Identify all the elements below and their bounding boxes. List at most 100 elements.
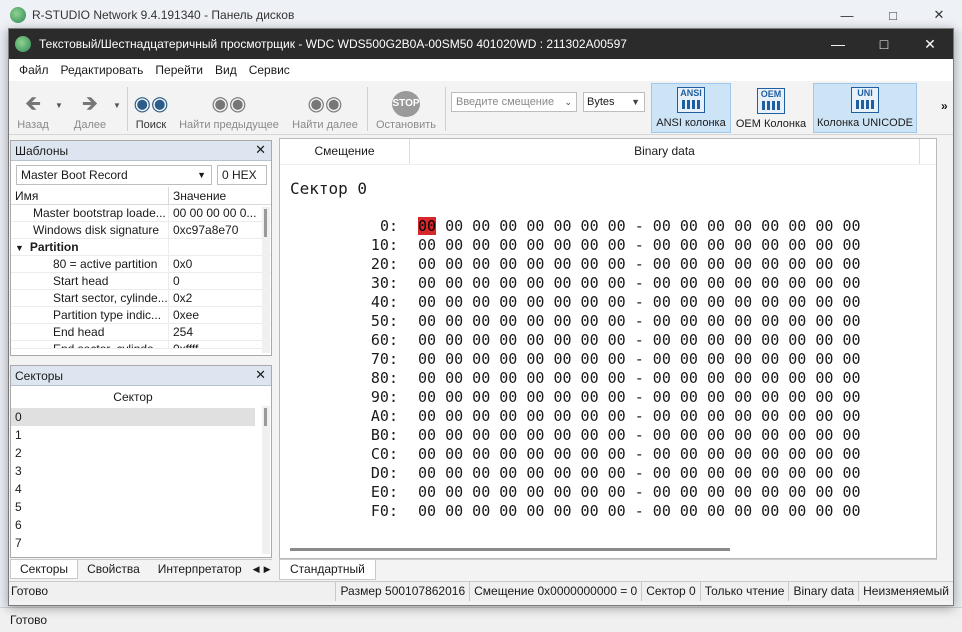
sector-item[interactable]: 6 xyxy=(11,516,255,534)
sector-list: 0 1 2 3 4 5 6 7 xyxy=(11,408,255,552)
toolbar-separator xyxy=(127,87,128,131)
hex-line[interactable]: E0: 00 00 00 00 00 00 00 00 - 00 00 00 00… xyxy=(280,483,861,502)
unit-select[interactable]: Bytes ▼ xyxy=(583,92,645,112)
tab-sectors[interactable]: Секторы xyxy=(10,560,79,579)
hex-line[interactable]: A0: 00 00 00 00 00 00 00 00 - 00 00 00 00… xyxy=(280,407,861,426)
menu-edit[interactable]: Редактировать xyxy=(55,63,150,77)
hex-line[interactable]: 80: 00 00 00 00 00 00 00 00 - 00 00 00 00… xyxy=(280,369,861,388)
tab-scroll-left-icon[interactable]: ◀ xyxy=(251,560,262,579)
tab-standard[interactable]: Стандартный xyxy=(279,560,376,580)
hex-line[interactable]: C0: 00 00 00 00 00 00 00 00 - 00 00 00 00… xyxy=(280,445,861,464)
bg-maximize-button[interactable]: □ xyxy=(870,0,916,30)
sector-item[interactable]: 1 xyxy=(11,426,255,444)
hex-line[interactable]: B0: 00 00 00 00 00 00 00 00 - 00 00 00 00… xyxy=(280,426,861,445)
sector-item[interactable]: 0 xyxy=(11,408,255,426)
sector-item[interactable]: 3 xyxy=(11,462,255,480)
menu-goto[interactable]: Перейти xyxy=(149,63,209,77)
column-value-header[interactable]: Значение xyxy=(169,187,226,204)
template-row[interactable]: Windows disk signature 0xc97a8e70 xyxy=(11,222,271,239)
hex-line[interactable]: 70: 00 00 00 00 00 00 00 00 - 00 00 00 00… xyxy=(280,350,861,369)
hex-line[interactable]: 40: 00 00 00 00 00 00 00 00 - 00 00 00 00… xyxy=(280,293,861,312)
hex-line[interactable]: 20: 00 00 00 00 00 00 00 00 - 00 00 00 00… xyxy=(280,255,861,274)
menu-service[interactable]: Сервис xyxy=(243,63,296,77)
back-dropdown-icon[interactable]: ▼ xyxy=(55,101,63,110)
forward-button[interactable]: 🡺 Далее xyxy=(69,81,111,135)
close-button[interactable]: ✕ xyxy=(907,29,953,59)
hex-line[interactable]: 0: 00 00 00 00 00 00 00 00 - 00 00 00 00 … xyxy=(280,217,861,236)
sector-item[interactable]: 5 xyxy=(11,498,255,516)
viewer-titlebar: Текстовый/Шестнадцатеричный просмотрщик … xyxy=(9,29,953,59)
background-status-bar: Готово xyxy=(0,607,962,632)
status-mode: Binary data xyxy=(789,582,860,601)
hex-line[interactable]: 10: 00 00 00 00 00 00 00 00 - 00 00 00 00… xyxy=(280,236,861,255)
template-row[interactable]: Start head 0 xyxy=(11,273,271,290)
bg-minimize-button[interactable]: — xyxy=(824,0,870,30)
template-row[interactable]: End sector, cylinde...0xffff xyxy=(11,341,271,349)
forward-dropdown-icon[interactable]: ▼ xyxy=(113,101,121,110)
scrollbar-thumb[interactable] xyxy=(264,209,267,237)
sector-item[interactable]: 7 xyxy=(11,534,255,552)
bg-close-button[interactable]: ✕ xyxy=(916,0,962,30)
menu-bar: Файл Редактировать Перейти Вид Сервис xyxy=(9,59,953,81)
close-icon[interactable]: ✕ xyxy=(255,367,266,383)
menu-file[interactable]: Файл xyxy=(13,63,55,77)
ansi-column-toggle[interactable]: ANSI ANSI колонка xyxy=(651,83,731,133)
template-row[interactable]: Partition type indic... 0xee xyxy=(11,307,271,324)
sector-column-header[interactable]: Сектор xyxy=(11,386,255,408)
template-select[interactable]: Master Boot Record ▼ xyxy=(16,165,212,185)
find-next-button[interactable]: ◉◉ Найти далее xyxy=(291,81,359,135)
offset-input[interactable]: Введите смещение ⌄ xyxy=(451,92,577,112)
back-button[interactable]: 🡸 Назад xyxy=(13,81,53,135)
toolbar-separator xyxy=(445,87,446,131)
sectors-panel: Секторы ✕ Сектор 0 1 2 3 4 5 6 7 xyxy=(10,365,272,558)
oem-column-toggle[interactable]: OEM OEM Колонка xyxy=(735,83,807,133)
status-size: Размер 500107862016 xyxy=(336,582,471,601)
tab-scroll-right-icon[interactable]: ▶ xyxy=(262,560,273,579)
scrollbar-thumb[interactable] xyxy=(264,408,267,426)
template-row[interactable]: Start sector, cylinde... 0x2 xyxy=(11,290,271,307)
cursor-byte[interactable]: 00 xyxy=(418,217,437,235)
stop-button[interactable]: STOP Остановить xyxy=(373,81,439,135)
background-window-title: R-STUDIO Network 9.4.191340 - Панель дис… xyxy=(32,8,295,22)
binary-data-column-header[interactable]: Binary data xyxy=(410,139,920,164)
hex-line[interactable]: 60: 00 00 00 00 00 00 00 00 - 00 00 00 00… xyxy=(280,331,861,350)
find-previous-button[interactable]: ◉◉ Найти предыдущее xyxy=(175,81,283,135)
close-icon[interactable]: ✕ xyxy=(255,142,266,158)
minimize-button[interactable]: — xyxy=(815,29,861,59)
template-row[interactable]: Master bootstrap loade... 00 00 00 00 0..… xyxy=(11,205,271,222)
templates-scrollbar[interactable] xyxy=(262,207,270,353)
template-group-row[interactable]: ▼ Partition xyxy=(11,239,271,256)
offset-column-header[interactable]: Смещение xyxy=(280,139,410,164)
chevron-down-icon[interactable]: ⌄ xyxy=(564,93,572,111)
hex-line[interactable]: 30: 00 00 00 00 00 00 00 00 - 00 00 00 00… xyxy=(280,274,861,293)
tab-properties[interactable]: Свойства xyxy=(78,560,149,579)
toolbar-overflow-icon[interactable]: » xyxy=(941,99,948,113)
sectors-scrollbar[interactable] xyxy=(262,406,270,554)
tab-interpreter[interactable]: Интерпретатор xyxy=(149,560,251,579)
hex-line[interactable]: 90: 00 00 00 00 00 00 00 00 - 00 00 00 00… xyxy=(280,388,861,407)
collapse-arrow-icon[interactable]: ▼ xyxy=(15,243,24,253)
column-name-header[interactable]: Имя xyxy=(11,187,169,204)
dropdown-arrow-icon: ▼ xyxy=(631,97,640,107)
sector-item[interactable]: 4 xyxy=(11,480,255,498)
hex-lines: 0: 00 00 00 00 00 00 00 00 - 00 00 00 00 … xyxy=(280,217,861,521)
hex-line[interactable]: F0: 00 00 00 00 00 00 00 00 - 00 00 00 00… xyxy=(280,502,861,521)
hex-line[interactable]: 50: 00 00 00 00 00 00 00 00 - 00 00 00 00… xyxy=(280,312,861,331)
maximize-button[interactable]: □ xyxy=(861,29,907,59)
background-titlebar: R-STUDIO Network 9.4.191340 - Панель дис… xyxy=(0,0,962,30)
menu-view[interactable]: Вид xyxy=(209,63,243,77)
template-grid-header: Имя Значение xyxy=(11,187,271,205)
sector-item[interactable]: 2 xyxy=(11,444,255,462)
status-bar: Готово Размер 500107862016 Смещение 0x00… xyxy=(9,581,953,601)
arrow-left-icon: 🡸 xyxy=(24,93,42,115)
search-button[interactable]: ◉◉ Поиск xyxy=(133,81,169,135)
hex-line[interactable]: D0: 00 00 00 00 00 00 00 00 - 00 00 00 00… xyxy=(280,464,861,483)
unicode-icon: UNI xyxy=(851,87,879,113)
template-row[interactable]: End head 254 xyxy=(11,324,271,341)
unicode-column-toggle[interactable]: UNI Колонка UNICODE xyxy=(813,83,917,133)
template-offset-input[interactable]: 0 HEX xyxy=(217,165,267,185)
hex-view[interactable]: Смещение Binary data Сектор 0 0: 00 00 00… xyxy=(279,138,937,559)
template-row[interactable]: 80 = active partition 0x0 xyxy=(11,256,271,273)
hex-horizontal-scrollbar[interactable] xyxy=(290,548,730,551)
view-mode-tabs: Стандартный xyxy=(279,559,937,580)
